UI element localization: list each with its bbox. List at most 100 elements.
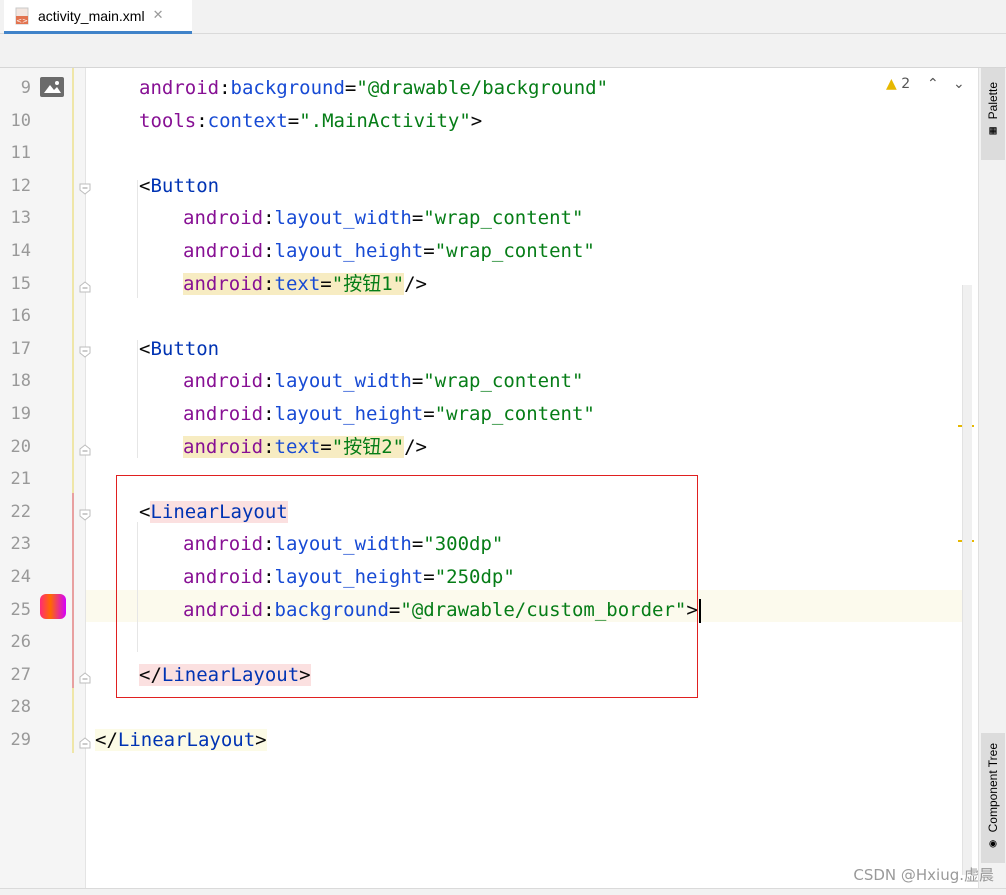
- line-number: 12: [10, 176, 31, 196]
- line-number: 10: [10, 111, 31, 131]
- image-preview-icon[interactable]: [40, 77, 64, 97]
- previous-highlight-icon[interactable]: ⌃: [927, 76, 939, 96]
- code-line[interactable]: android:background="@drawable/background…: [139, 72, 608, 104]
- code-token-punct: :: [263, 207, 275, 229]
- status-bar: [0, 888, 1006, 895]
- fold-open-icon[interactable]: [79, 180, 91, 195]
- line-number: 9: [20, 78, 31, 98]
- right-tool-strip: Palette ▦ Component Tree ◉: [978, 68, 1006, 888]
- code-token-tag: Button: [150, 175, 220, 197]
- line-number: 27: [10, 665, 31, 685]
- fold-close-icon[interactable]: [79, 441, 91, 456]
- code-token-punct: =: [320, 273, 332, 295]
- fold-open-icon[interactable]: [79, 506, 91, 521]
- code-token-attr: background: [230, 77, 345, 99]
- line-number: 23: [10, 534, 31, 554]
- line-number: 25: [10, 600, 31, 620]
- code-token-punct: />: [404, 436, 427, 458]
- component-tree-tool-tab[interactable]: Component Tree ◉: [981, 733, 1005, 863]
- code-token-punct: :: [263, 273, 275, 295]
- palette-label: Palette: [986, 82, 1000, 120]
- code-token-attr: layout_height: [274, 240, 424, 262]
- close-tab-icon[interactable]: ✕: [153, 8, 164, 23]
- line-number: 19: [10, 404, 31, 424]
- indent-guide: [137, 180, 138, 298]
- annotation-highlight-box: [116, 475, 698, 698]
- line-number: 17: [10, 339, 31, 359]
- palette-icon: ▦: [989, 123, 997, 138]
- indent-guide: [137, 340, 138, 458]
- code-line[interactable]: tools:context=".MainActivity">: [139, 105, 482, 137]
- code-token-punct: <: [139, 338, 151, 360]
- next-highlight-icon[interactable]: ⌄: [953, 76, 965, 96]
- line-number: 18: [10, 371, 31, 391]
- code-token-punct: =: [344, 77, 357, 99]
- palette-tool-tab[interactable]: Palette ▦: [981, 68, 1005, 160]
- code-line[interactable]: android:text="按钮2"/>: [183, 431, 427, 463]
- code-line[interactable]: <Button: [139, 333, 219, 365]
- inspection-widget[interactable]: ▲ 2: [886, 76, 910, 96]
- code-token-attr: layout_width: [274, 207, 412, 229]
- code-token-punct: =: [423, 240, 435, 262]
- code-token-attr-ns: android: [139, 77, 220, 99]
- code-token-attr: context: [207, 110, 288, 132]
- code-token-punct: =: [411, 207, 424, 229]
- fold-open-icon[interactable]: [79, 343, 91, 358]
- code-token-punct: =: [287, 110, 300, 132]
- warning-count: 2: [901, 76, 911, 92]
- line-number: 29: [10, 730, 31, 750]
- code-token-punct: =: [320, 436, 332, 458]
- code-token-attr: layout_width: [274, 370, 412, 392]
- watermark: CSDN @Hxiug.虚晨: [853, 866, 994, 884]
- code-token-punct: </: [95, 729, 118, 751]
- code-token-punct: :: [263, 403, 275, 425]
- code-line[interactable]: android:layout_height="wrap_content": [183, 235, 595, 267]
- code-token-val: "wrap_content": [434, 240, 595, 262]
- svg-text:<>: <>: [16, 17, 28, 25]
- code-token-punct: =: [411, 370, 424, 392]
- line-number: 13: [10, 208, 31, 228]
- xml-file-icon: <>: [14, 7, 32, 25]
- code-token-val: "按钮1": [331, 273, 405, 295]
- fold-close-icon[interactable]: [79, 669, 91, 684]
- code-line[interactable]: android:layout_width="wrap_content": [183, 365, 583, 397]
- code-token-attr: layout_height: [274, 403, 424, 425]
- line-number: 16: [10, 306, 31, 326]
- code-token-punct: :: [263, 436, 275, 458]
- code-line[interactable]: <Button: [139, 170, 219, 202]
- code-token-val: "wrap_content": [434, 403, 595, 425]
- line-number: 11: [10, 143, 31, 163]
- code-line[interactable]: </LinearLayout>: [95, 724, 267, 756]
- tab-activity-main[interactable]: <> activity_main.xml ✕: [4, 0, 192, 34]
- tab-title: activity_main.xml: [38, 7, 145, 24]
- code-token-attr-ns: android: [183, 403, 264, 425]
- code-token-punct: =: [423, 403, 435, 425]
- code-token-punct: :: [219, 77, 231, 99]
- line-number: 24: [10, 567, 31, 587]
- code-line[interactable]: android:layout_width="wrap_content": [183, 202, 583, 234]
- code-token-attr-ns: android: [183, 370, 264, 392]
- code-token-attr-ns: android: [183, 436, 264, 458]
- line-number: 20: [10, 437, 31, 457]
- code-token-attr-ns: android: [183, 273, 264, 295]
- line-number: 28: [10, 697, 31, 717]
- line-number: 15: [10, 274, 31, 294]
- line-number: 22: [10, 502, 31, 522]
- code-token-punct: />: [404, 273, 427, 295]
- code-line[interactable]: android:layout_height="wrap_content": [183, 398, 595, 430]
- fold-close-icon[interactable]: [79, 734, 91, 749]
- code-token-punct: >: [470, 110, 483, 132]
- code-token-val: "按钮2": [331, 436, 405, 458]
- code-token-val: "wrap_content": [423, 207, 584, 229]
- code-token-val: ".MainActivity": [299, 110, 471, 132]
- vertical-scrollbar[interactable]: [962, 285, 972, 875]
- code-token-attr-ns: android: [183, 207, 264, 229]
- fold-close-icon[interactable]: [79, 278, 91, 293]
- code-token-punct: >: [255, 729, 267, 751]
- code-line[interactable]: android:text="按钮1"/>: [183, 268, 427, 300]
- color-preview-icon[interactable]: [40, 594, 66, 619]
- code-token-punct: <: [139, 175, 151, 197]
- line-number: 14: [10, 241, 31, 261]
- code-token-val: "wrap_content": [423, 370, 584, 392]
- warning-triangle-icon: ▲: [886, 76, 897, 92]
